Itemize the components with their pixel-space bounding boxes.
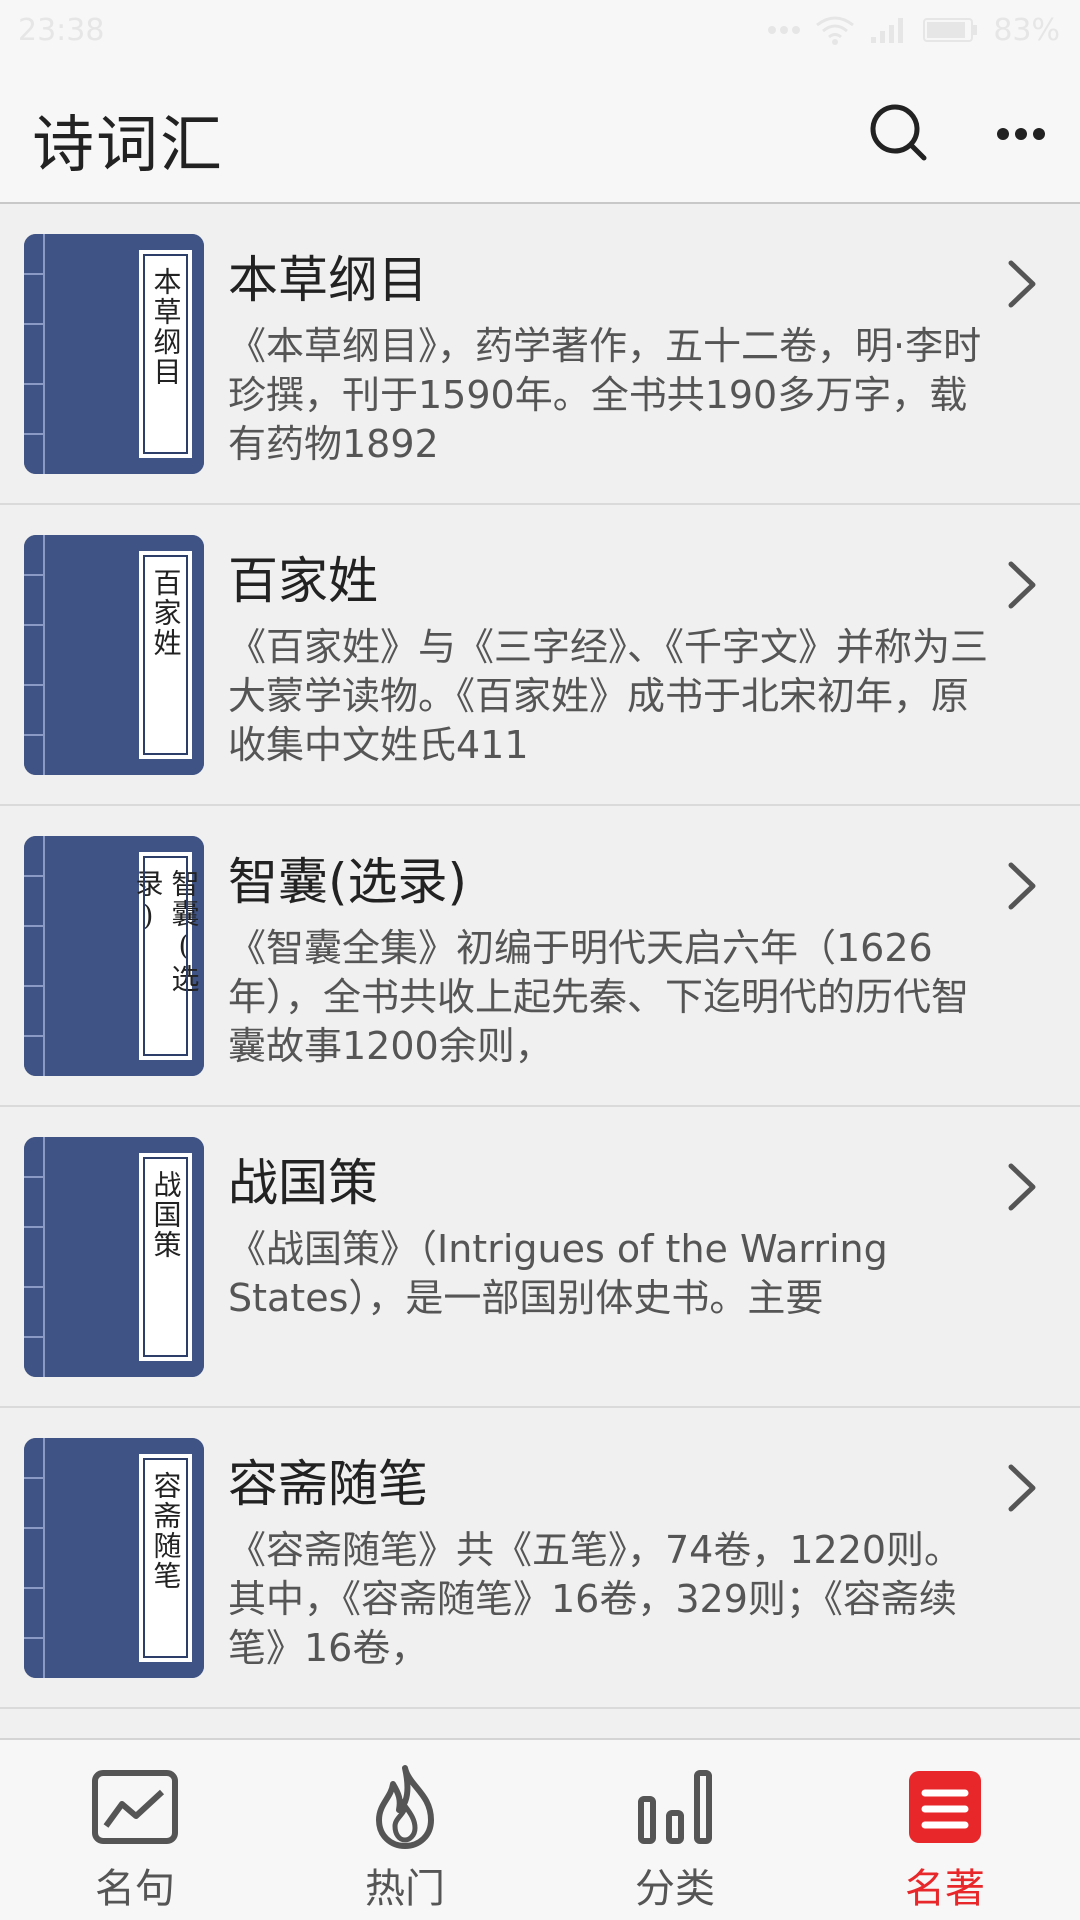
book-cover-label: 容斋随笔 [139,1454,192,1662]
book-description: 《容斋随笔》共《五笔》，74卷，1220则。其中，《容斋随笔》16卷，329则；… [228,1528,963,1670]
signal-icon [869,15,909,45]
book-list-item[interactable]: 智囊(选录) 智囊(选录) 《智囊全集》初编于明代天启六年（1626年），全书共… [0,806,1080,1107]
book-list-item[interactable]: 本草纲目 本草纲目 《本草纲目》，药学著作，五十二卷，明·李时珍撰，刊于1590… [0,204,1080,505]
flame-icon [360,1762,450,1852]
book-list-item[interactable]: 容斋随笔 容斋随笔 《容斋随笔》共《五笔》，74卷，1220则。其中，《容斋随笔… [0,1408,1080,1709]
book-description: 《本草纲目》，药学著作，五十二卷，明·李时珍撰，刊于1590年。全书共190多万… [228,324,982,466]
more-icon [996,126,1046,145]
search-icon [869,103,929,167]
tab-label: 名著 [905,1866,985,1912]
book-cover-label: 百家姓 [139,551,192,759]
more-button[interactable] [986,100,1056,170]
book-cover-image: 本草纲目 [24,234,204,474]
dots-icon [767,25,801,35]
tab-label: 分类 [635,1866,715,1912]
book-title: 智囊(选录) [228,853,468,911]
app-bar: 诗词汇 [0,60,1080,204]
book-cover-image: 百家姓 [24,535,204,775]
chevron-right-icon [1002,555,1042,615]
tab-label: 热门 [365,1866,445,1912]
bottom-tab-bar: 名句 热门 分类 名著 [0,1738,1080,1920]
book-list: 本草纲目 本草纲目 《本草纲目》，药学著作，五十二卷，明·李时珍撰，刊于1590… [0,204,1080,1709]
tab-hot[interactable]: 热门 [270,1740,540,1920]
book-list-item[interactable]: 战国策 战国策 《战国策》（Intrigues of the Warring S… [0,1107,1080,1408]
book-cover-text: 战国策 [149,1170,183,1260]
chevron-right-icon [1002,856,1042,916]
status-time: 23:38 [18,12,105,48]
book-list-item[interactable]: 百家姓 百家姓 《百家姓》与《三字经》、《千字文》并称为三大蒙学读物。《百家姓》… [0,505,1080,806]
chevron-right-icon [1002,254,1042,314]
book-title: 本草纲目 [228,251,428,309]
book-cover-label: 战国策 [139,1153,192,1361]
battery-percent: 83% [993,12,1060,48]
book-description: 《战国策》（Intrigues of the Warring States），是… [228,1227,888,1320]
search-button[interactable] [864,100,934,170]
book-description: 《智囊全集》初编于明代天启六年（1626年），全书共收上起先秦、下迄明代的历代智… [228,926,970,1068]
book-cover-image: 容斋随笔 [24,1438,204,1678]
battery-icon [923,17,979,43]
tab-label: 名句 [95,1866,175,1912]
book-cover-text: 百家姓 [149,568,183,658]
book-cover-image: 智囊(选录) [24,836,204,1076]
wifi-icon [815,15,855,45]
book-cover-image: 战国策 [24,1137,204,1377]
chart-card-icon [90,1762,180,1852]
book-description: 《百家姓》与《三字经》、《千字文》并称为三大蒙学读物。《百家姓》成书于北宋初年，… [228,625,989,767]
tab-famous-quotes[interactable]: 名句 [0,1740,270,1920]
chevron-right-icon [1002,1458,1042,1518]
book-cover-label: 智囊(选录) [132,852,201,1060]
book-cover-label: 本草纲目 [139,250,192,458]
chevron-right-icon [1002,1157,1042,1217]
bar-chart-icon [630,1762,720,1852]
book-title: 容斋随笔 [228,1455,428,1513]
book-list-icon [900,1762,990,1852]
tab-classics[interactable]: 名著 [810,1740,1080,1920]
book-cover-text: 智囊(选录) [131,869,201,994]
app-title: 诗词汇 [32,108,225,181]
book-cover-text: 容斋随笔 [149,1471,183,1591]
book-title: 百家姓 [228,552,378,610]
status-indicators: 83% [767,13,1060,48]
book-cover-text: 本草纲目 [149,267,183,387]
tab-categories[interactable]: 分类 [540,1740,810,1920]
status-bar: 23:38 83% [0,0,1080,60]
book-title: 战国策 [228,1154,378,1212]
